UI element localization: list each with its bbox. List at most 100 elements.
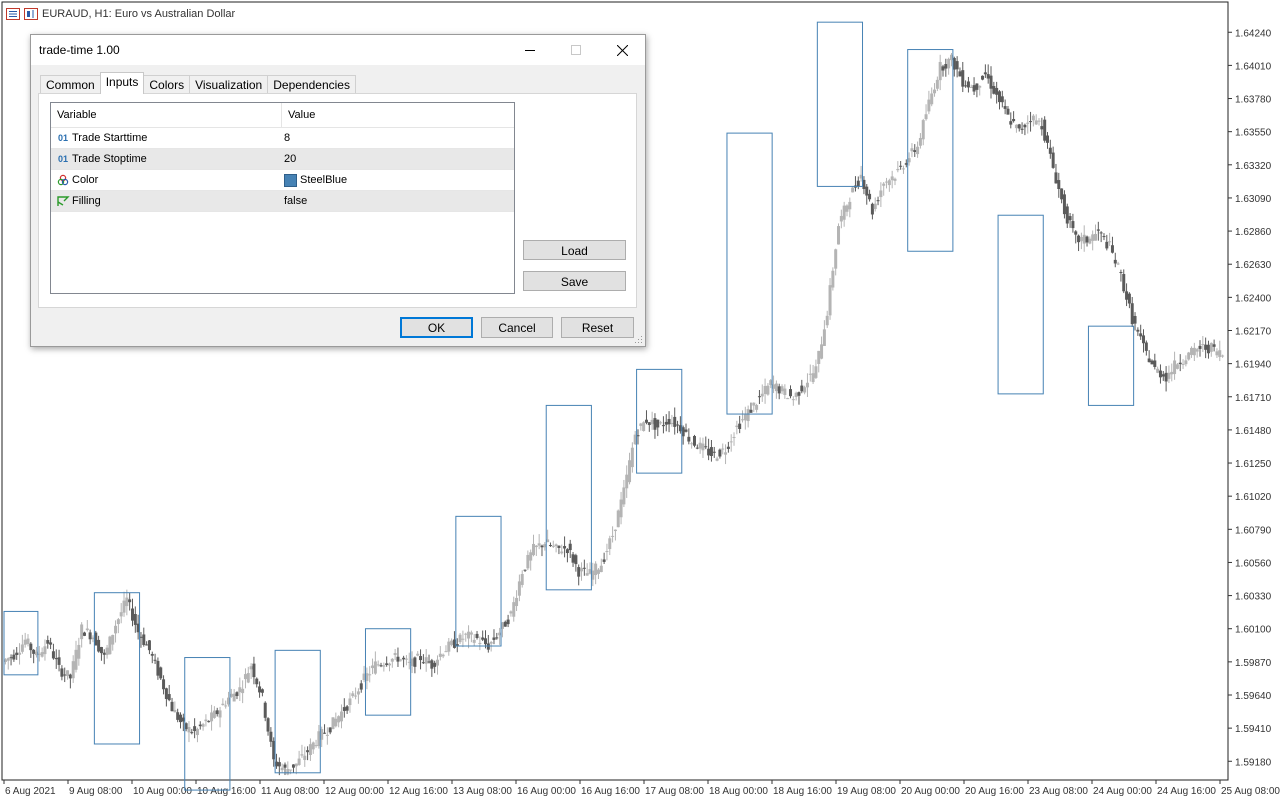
column-header-value[interactable]: Value [282, 103, 315, 127]
candle-body [707, 448, 711, 456]
candle-body [582, 567, 586, 569]
variable-value[interactable]: SteelBlue [300, 174, 347, 186]
inputs-table[interactable]: Variable Value 01 Trade Starttime 8 01 T… [50, 102, 515, 294]
trade-session-box[interactable] [184, 657, 231, 791]
indicator-icon[interactable] [24, 8, 38, 20]
candle-body [348, 698, 352, 706]
chart-menu-icon[interactable] [6, 8, 20, 20]
candle-body [529, 552, 533, 561]
candle-body [791, 399, 795, 401]
trade-session-box[interactable] [3, 610, 39, 676]
tab-inputs[interactable]: Inputs [99, 72, 145, 94]
candle-body [246, 673, 250, 683]
candle-body [49, 642, 53, 645]
candle-body [577, 567, 581, 577]
indicator-properties-dialog[interactable]: trade-time 1.00 Common Inputs Colors Vis… [30, 34, 646, 347]
candle-body [108, 636, 112, 655]
resize-grip-icon[interactable] [635, 336, 643, 344]
candle-body [622, 487, 626, 505]
candle-body [12, 654, 16, 660]
y-tick-label: 1.62400 [1235, 293, 1272, 304]
y-tick-label: 1.62860 [1235, 227, 1272, 238]
maximize-icon [571, 45, 581, 55]
candle-body [235, 692, 239, 697]
trade-session-box[interactable] [1087, 325, 1135, 406]
variable-value[interactable]: false [284, 195, 307, 207]
candle-body [1133, 316, 1137, 324]
tab-visualization[interactable]: Visualization [189, 75, 269, 94]
variable-value[interactable]: 20 [284, 153, 296, 165]
candle-body [512, 602, 516, 617]
candle-body [670, 422, 674, 425]
candle-body [1142, 335, 1146, 344]
trade-session-box[interactable] [816, 21, 864, 187]
candle-body [896, 168, 900, 171]
minimize-button[interactable] [507, 35, 553, 65]
x-tick-label: 10 Aug 00:00 [133, 786, 192, 797]
color-swatch[interactable] [284, 173, 297, 187]
candle-body [46, 640, 50, 644]
y-tick-label: 1.64240 [1235, 28, 1272, 39]
trade-session-box[interactable] [726, 132, 773, 415]
candle-body [1173, 360, 1177, 375]
candle-body [910, 148, 914, 152]
close-button[interactable] [599, 35, 645, 65]
candle-body [1034, 120, 1038, 125]
candle-body [297, 758, 301, 765]
candle-body [726, 446, 730, 449]
candle-body [232, 693, 236, 702]
candle-body [786, 398, 790, 400]
candle-body [1195, 349, 1199, 352]
candle-body [966, 81, 970, 88]
candle-body [1113, 259, 1117, 264]
candle-body [339, 711, 343, 722]
candle-body [565, 549, 569, 554]
candle-body [876, 200, 880, 202]
trade-session-box[interactable] [997, 214, 1044, 395]
candle-body [961, 70, 965, 87]
y-tick-label: 1.61250 [1235, 459, 1272, 470]
column-header-variable[interactable]: Variable [51, 103, 282, 127]
tab-colors[interactable]: Colors [143, 75, 191, 94]
candle-body [122, 600, 126, 613]
x-tick-label: 13 Aug 08:00 [453, 786, 512, 797]
ok-button[interactable]: OK [400, 317, 473, 338]
variable-value[interactable]: 8 [284, 132, 290, 144]
candle-body [150, 653, 154, 656]
candle-body [1003, 106, 1007, 109]
candle-body [74, 649, 78, 670]
candle-body [997, 91, 1001, 103]
reset-button[interactable]: Reset [561, 317, 634, 338]
tab-common[interactable]: Common [40, 75, 101, 94]
candle-body [26, 638, 30, 645]
candle-body [653, 418, 657, 430]
candle-body [803, 387, 807, 393]
table-row[interactable]: Color SteelBlue [51, 170, 514, 191]
candle-body [1175, 364, 1179, 369]
candle-body [563, 546, 567, 549]
candle-body [811, 373, 815, 383]
variable-name: Trade Starttime [72, 132, 148, 144]
candle-body [71, 661, 75, 679]
table-row[interactable]: Filling false [51, 191, 514, 212]
candle-body [735, 425, 739, 428]
save-button[interactable]: Save [523, 271, 626, 291]
table-row[interactable]: 01 Trade Stoptime 20 [51, 149, 514, 170]
candle-body [503, 621, 507, 627]
load-button[interactable]: Load [523, 240, 626, 260]
candle-body [484, 638, 488, 645]
dialog-titlebar[interactable]: trade-time 1.00 [31, 35, 645, 65]
trade-session-box[interactable] [455, 515, 502, 647]
candle-body [1139, 333, 1143, 337]
candle-body [438, 653, 442, 657]
x-tick-label: 16 Aug 00:00 [517, 786, 576, 797]
tab-dependencies[interactable]: Dependencies [267, 75, 356, 94]
x-tick-label: 20 Aug 00:00 [901, 786, 960, 797]
cancel-button[interactable]: Cancel [481, 317, 553, 338]
candle-body [68, 674, 72, 679]
table-row[interactable]: 01 Trade Starttime 8 [51, 128, 514, 149]
x-tick-label: 10 Aug 16:00 [197, 786, 256, 797]
candle-body [371, 665, 375, 669]
candle-body [712, 451, 716, 453]
trade-session-box[interactable] [274, 649, 321, 774]
